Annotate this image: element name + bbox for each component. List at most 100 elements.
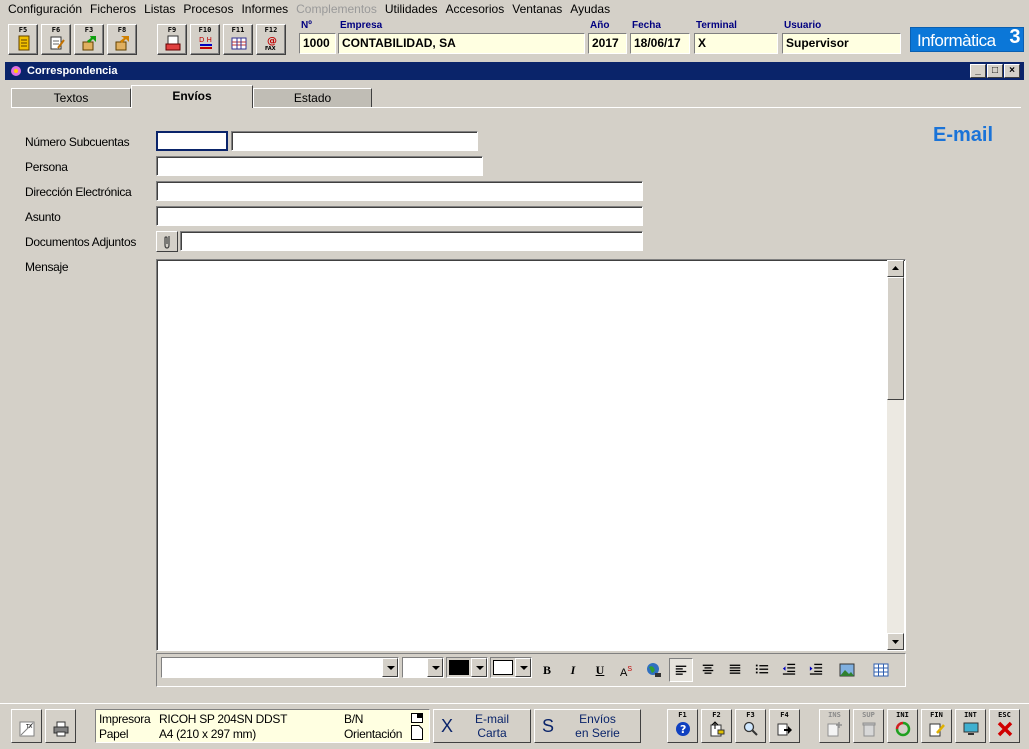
f5-button[interactable]: F5 [8,24,38,55]
font-color-select[interactable] [446,657,488,678]
chevron-down-icon [476,666,484,670]
edit-record-icon [710,721,725,737]
esc-key-label: ESC [998,711,1011,719]
email-address-input[interactable] [156,181,643,201]
search-button[interactable]: F3 [735,709,766,743]
indent-increase-button[interactable] [804,658,828,682]
align-justify-icon [729,664,741,674]
insert-image-button[interactable] [835,658,859,682]
scroll-down-button[interactable] [887,633,904,650]
close-glyph: × [1009,65,1015,76]
interface-button[interactable]: INT [955,709,986,743]
init-button[interactable]: INI [887,709,918,743]
f6-button[interactable]: F6 [41,24,71,55]
export-icon [115,36,129,51]
message-textarea[interactable] [156,259,906,651]
align-left-button[interactable] [669,658,693,682]
f8-button[interactable]: F8 [107,24,137,55]
f10-button[interactable]: F10 D H [190,24,220,55]
menu-configuracion[interactable]: Configuración [4,0,86,18]
menu-bar: Configuración Ficheros Listas Procesos I… [0,0,1029,18]
close-button[interactable]: × [1004,64,1020,78]
font-family-dropdown[interactable] [382,658,398,677]
menu-ventanas[interactable]: Ventanas [508,0,566,18]
f9-button[interactable]: F9 [157,24,187,55]
minimize-glyph: _ [975,65,981,76]
link-button[interactable] [642,658,666,682]
menu-accesorios[interactable]: Accesorios [442,0,509,18]
printer-button[interactable] [45,709,76,743]
email-carta-button[interactable]: X E-mail Carta [433,709,531,743]
font-size-select[interactable] [402,657,444,678]
add-record-icon [827,722,842,737]
underline-button[interactable]: U [588,658,612,682]
minimize-button[interactable]: _ [970,64,986,78]
subcuenta-code-input[interactable] [156,131,228,151]
f6-key-label: F6 [51,26,61,34]
bullet-list-button[interactable] [750,658,774,682]
message-scrollbar[interactable] [887,260,904,650]
help-button[interactable]: F1 ? [667,709,698,743]
attach-button[interactable] [156,231,178,252]
italic-button[interactable]: I [561,658,585,682]
menu-listas[interactable]: Listas [140,0,179,18]
insert-table-button[interactable] [869,658,893,682]
f3-button[interactable]: F3 [74,24,104,55]
f10-key-label: F10 [198,26,212,34]
tab-estado[interactable]: Estado [253,88,372,107]
superscript-button[interactable]: AS [614,658,638,682]
arrow-down-icon [892,640,899,644]
svg-text:?: ? [680,723,686,736]
background-color-dropdown[interactable] [515,658,531,677]
serie-line1: Envíos [579,712,616,726]
background-color-select[interactable] [490,657,532,678]
bold-button[interactable]: B [535,658,559,682]
f3-key-label: F3 [84,26,94,34]
subcuenta-name-input[interactable] [231,131,478,151]
f12-button[interactable]: F12 @ FAX [256,24,286,55]
trash-icon [862,722,876,737]
text-format-button[interactable]: TX [11,709,42,743]
fecha-label: Fecha [632,20,661,31]
menu-procesos[interactable]: Procesos [179,0,237,18]
bottom-separator [0,703,1029,704]
tab-textos[interactable]: Textos [11,88,131,107]
menu-informes[interactable]: Informes [237,0,292,18]
align-justify-button[interactable] [723,658,747,682]
f11-button[interactable]: F11 [223,24,253,55]
exit-button[interactable]: ESC [989,709,1020,743]
scroll-up-button[interactable] [887,260,904,277]
f2-button[interactable]: F2 [701,709,732,743]
scroll-thumb[interactable] [887,277,904,400]
f4-key-label: F4 [780,711,789,719]
align-center-button[interactable] [696,658,720,682]
ledger-icon [18,35,30,51]
menu-ayudas[interactable]: Ayudas [566,0,614,18]
font-size-dropdown[interactable] [427,658,443,677]
maximize-button[interactable]: □ [987,64,1003,78]
chevron-down-icon [520,666,528,670]
globe-link-icon [647,663,661,677]
tab-envios[interactable]: Envíos [131,85,253,108]
indent-decrease-button[interactable] [777,658,801,682]
close-red-icon [997,721,1013,737]
printer-info: Impresora RICOH SP 204SN DDST Papel A4 (… [95,709,430,743]
asunto-input[interactable] [156,206,643,226]
font-color-dropdown[interactable] [471,658,487,677]
f4-button[interactable]: F4 [769,709,800,743]
email-key: X [441,716,454,736]
finish-button[interactable]: FIN [921,709,952,743]
svg-text:D H: D H [199,36,212,44]
email-line2: Carta [477,726,507,740]
f5-key-label: F5 [18,26,28,34]
impresora-value: RICOH SP 204SN DDST [159,712,288,726]
papel-value: A4 (210 x 297 mm) [159,727,256,741]
f9-key-label: F9 [167,26,177,34]
adjuntos-input[interactable] [180,231,643,251]
envios-serie-button[interactable]: S Envíos en Serie [534,709,641,743]
font-family-select[interactable] [161,657,399,678]
color-mode-icon [411,713,423,723]
menu-ficheros[interactable]: Ficheros [86,0,140,18]
menu-utilidades[interactable]: Utilidades [381,0,442,18]
persona-input[interactable] [156,156,483,176]
